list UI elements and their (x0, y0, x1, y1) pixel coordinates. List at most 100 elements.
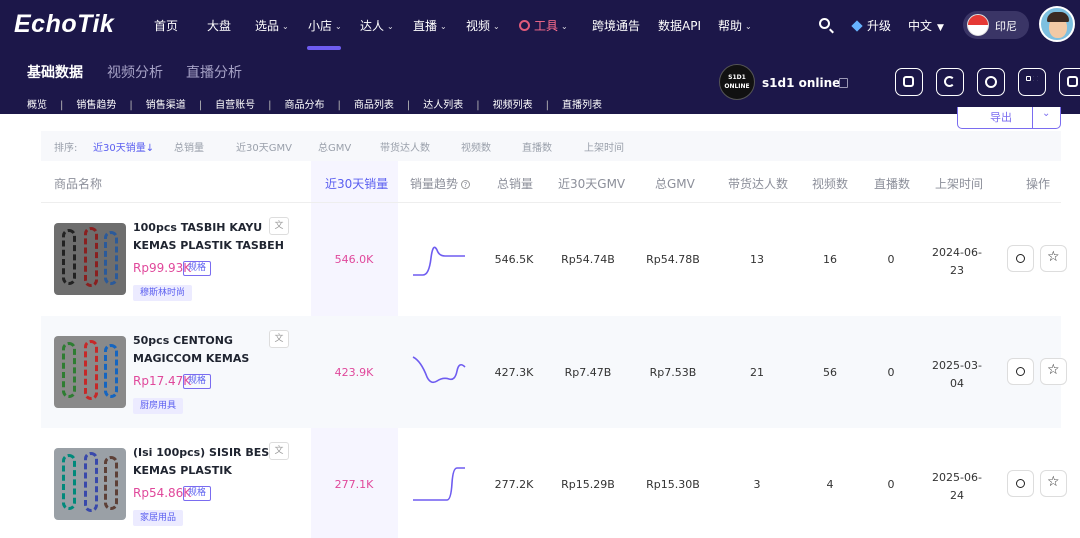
expand-icon (1067, 76, 1078, 87)
spec-badge[interactable]: 规格 (183, 486, 212, 501)
search-action-button[interactable] (1007, 358, 1034, 385)
link-own-accounts[interactable]: 自营账号 (215, 100, 255, 111)
echotik-logo[interactable]: EchoTik (14, 10, 114, 39)
tab-basic-data[interactable]: 基础数据 (27, 62, 83, 82)
sales-trend-sparkline (413, 246, 465, 276)
spec-badge[interactable]: 规格 (183, 374, 212, 389)
col-listed-time[interactable]: 上架时间 (935, 175, 983, 192)
nav-creators[interactable]: 达人 ⌄ (360, 17, 394, 34)
gmv30-value: Rp15.29B (561, 478, 615, 491)
upgrade-button[interactable]: 升级 (851, 17, 892, 34)
col-lives[interactable]: 直播数 (874, 175, 910, 192)
tab-live-analysis[interactable]: 直播分析 (186, 62, 242, 82)
open-external-button[interactable] (895, 68, 923, 96)
link-video-list[interactable]: 视频列表 (493, 100, 533, 111)
link-live-list[interactable]: 直播列表 (562, 100, 602, 111)
nav-market[interactable]: 大盘 (207, 17, 231, 34)
col-gmv30[interactable]: 近30天GMV (558, 175, 625, 192)
copy-icon[interactable] (839, 78, 848, 88)
upgrade-label: 升级 (867, 19, 892, 33)
search-action-button[interactable] (1007, 245, 1034, 272)
nav-live[interactable]: 直播 ⌄ (413, 17, 447, 34)
tab-video-analysis[interactable]: 视频分析 (107, 62, 163, 82)
favorite-button[interactable]: ☆ (1040, 358, 1067, 385)
avatar[interactable] (1039, 6, 1075, 42)
product-thumbnail[interactable] (54, 336, 126, 408)
grid-icon (1026, 76, 1031, 81)
link-icon (985, 76, 997, 88)
translate-icon[interactable]: 文 (269, 442, 289, 460)
translate-icon[interactable]: 文 (269, 330, 289, 348)
link-button[interactable] (977, 68, 1005, 96)
sales-trend-sparkline (413, 467, 465, 501)
language-label: 中文 (908, 19, 933, 33)
col-total-sales[interactable]: 总销量 (497, 175, 533, 192)
nav-shop[interactable]: 小店 ⌄ (308, 17, 342, 34)
col-total-gmv[interactable]: 总GMV (655, 175, 695, 192)
search-action-button[interactable] (1007, 470, 1034, 497)
nav-crossborder[interactable]: 跨境通告 (592, 17, 640, 34)
help-icon[interactable]: ? (461, 180, 471, 189)
col-videos[interactable]: 视频数 (812, 175, 848, 192)
product-name[interactable]: 100pcs TASBIH KAYU KEMAS PLASTIK TASBEH … (133, 219, 288, 255)
nav-help[interactable]: 帮助 ⌄ (718, 17, 752, 34)
link-creator-list[interactable]: 达人列表 (423, 100, 463, 111)
col-sales-trend-label: 销量趋势 (410, 177, 459, 191)
sort-listed-time[interactable]: 上架时间 (584, 139, 624, 154)
more-button[interactable] (1059, 68, 1080, 96)
product-name[interactable]: 50pcs CENTONG MAGICCOM KEMAS PLASTIK Sou… (133, 332, 288, 368)
category-tag: 家居用品 (133, 510, 184, 526)
spec-badge[interactable]: 规格 (183, 261, 212, 276)
col-sales30[interactable]: 近30天销量 (325, 175, 388, 192)
nav-tools[interactable]: 工具 ⌄ (519, 17, 568, 34)
table-row[interactable]: 50pcs CENTONG MAGICCOM KEMAS PLASTIK Sou… (41, 316, 1067, 428)
link-product-list[interactable]: 商品列表 (354, 100, 394, 111)
chevron-down-icon: ⌄ (335, 22, 342, 31)
chevron-down-icon[interactable]: ⌄ (1042, 108, 1050, 119)
shop-subheader: 基础数据 视频分析 直播分析 概览 | 销售趋势 | 销售渠道 | 自营账号 | 商品分布 | 商品… (0, 50, 1080, 114)
category-tag: 厨房用具 (133, 398, 184, 414)
nav-video-label: 视频 (466, 19, 491, 33)
favorite-button[interactable]: ☆ (1040, 245, 1067, 272)
product-thumbnail[interactable] (54, 223, 126, 295)
product-thumbnail[interactable] (54, 448, 126, 520)
region-select[interactable]: 印尼 (963, 11, 1029, 39)
sort-gmv30[interactable]: 近30天GMV (236, 139, 292, 154)
sort-creators[interactable]: 带货达人数 (380, 139, 430, 154)
col-creators[interactable]: 带货达人数 (728, 175, 788, 192)
search-icon[interactable] (819, 18, 830, 29)
link-product-distribution[interactable]: 商品分布 (285, 100, 325, 111)
export-button[interactable]: 导出 ⌄ (957, 107, 1061, 129)
search-icon (1016, 254, 1025, 263)
sort-total-sales[interactable]: 总销量 (174, 139, 204, 154)
chevron-down-icon: ⌄ (745, 22, 752, 31)
sort-lives[interactable]: 直播数 (522, 139, 552, 154)
nav-home[interactable]: 首页 (154, 17, 178, 34)
col-actions: 操作 (1026, 177, 1051, 191)
product-name[interactable]: (Isi 100pcs) SISIR BESAR KEMAS PLASTIK s… (133, 444, 288, 480)
table-row[interactable]: (Isi 100pcs) SISIR BESAR KEMAS PLASTIK s… (41, 428, 1067, 538)
sort-total-gmv[interactable]: 总GMV (318, 139, 351, 154)
nav-video[interactable]: 视频 ⌄ (466, 17, 500, 34)
link-sales-trend[interactable]: 销售趋势 (76, 100, 116, 111)
sort-videos[interactable]: 视频数 (461, 139, 491, 154)
category-tag: 穆斯林时尚 (133, 285, 193, 301)
listed-date-line2: 24 (950, 489, 964, 502)
total-sales-value: 546.5K (494, 253, 534, 266)
link-overview[interactable]: 概览 (27, 100, 47, 111)
grid-button[interactable] (1018, 68, 1046, 96)
shop-name: s1d1 online (762, 76, 841, 90)
videos-value: 16 (823, 253, 837, 266)
caret-down-icon: ▼ (937, 23, 944, 33)
star-icon: ☆ (1047, 362, 1060, 378)
refresh-button[interactable] (936, 68, 964, 96)
favorite-button[interactable]: ☆ (1040, 470, 1067, 497)
link-sales-channel[interactable]: 销售渠道 (146, 100, 186, 111)
nav-products[interactable]: 选品 ⌄ (255, 17, 289, 34)
language-select[interactable]: 中文 ▼ (908, 17, 944, 34)
translate-icon[interactable]: 文 (269, 217, 289, 235)
table-row[interactable]: 100pcs TASBIH KAYU KEMAS PLASTIK TASBEH … (41, 203, 1067, 315)
nav-data-api[interactable]: 数据API (658, 17, 701, 34)
openai-icon (519, 20, 530, 31)
sort-sales30[interactable]: 近30天销量↓ (93, 139, 154, 154)
